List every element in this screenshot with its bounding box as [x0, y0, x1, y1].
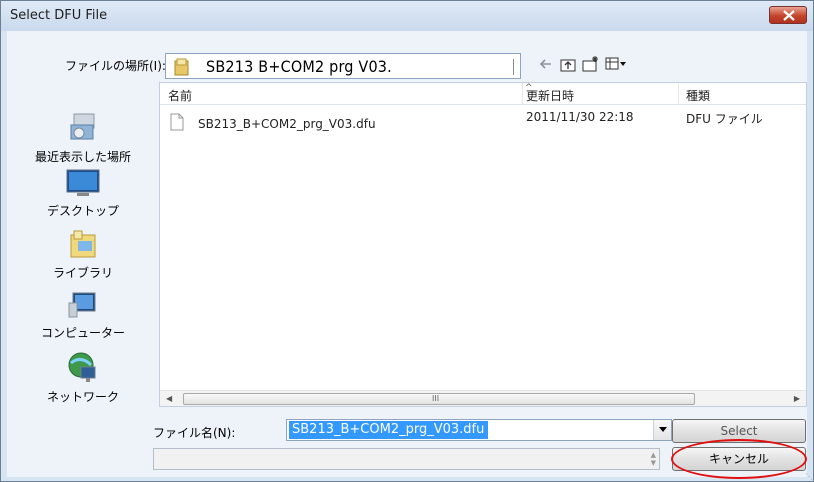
scroll-right-arrow-icon[interactable]: ▶	[794, 394, 800, 403]
window-title: Select DFU File	[10, 8, 108, 23]
file-type-filter[interactable]: ▲ ▼	[153, 448, 660, 470]
dialog-window: Select DFU File ファイルの場所(I): SB213 B+COM2…	[0, 0, 814, 482]
up-folder-icon[interactable]	[559, 55, 579, 73]
place-label-computer: コンピューター	[40, 326, 125, 340]
computer-icon	[68, 292, 96, 318]
chevron-down-icon	[659, 427, 667, 432]
file-list[interactable]: 名前 ^ 更新日時 種類 SB213_B+COM2_prg_V03.dfu 20…	[159, 82, 807, 407]
place-libraries[interactable]: ライブラリ	[7, 229, 159, 281]
place-label-network: ネットワーク	[46, 390, 119, 404]
desktop-icon	[66, 169, 100, 196]
libraries-icon	[70, 230, 96, 258]
look-in-label: ファイルの場所(I):	[65, 59, 166, 73]
horizontal-scrollbar[interactable]: ◀ III ▶	[160, 390, 806, 406]
place-label-libraries: ライブラリ	[52, 266, 113, 280]
file-modified-cell: 2011/11/30 22:18	[526, 110, 634, 124]
place-label-desktop: デスクトップ	[46, 204, 119, 218]
file-row[interactable]: SB213_B+COM2_prg_V03.dfu 2011/11/30 22:1…	[160, 110, 806, 137]
column-header-type[interactable]: 種類	[686, 87, 710, 104]
file-name-combobox[interactable]: SB213_B+COM2_prg_V03.dfu	[286, 419, 672, 441]
close-icon	[783, 10, 795, 21]
network-icon	[68, 352, 96, 382]
place-desktop[interactable]: デスクトップ	[7, 169, 159, 219]
file-type-cell: DFU ファイル	[686, 112, 763, 126]
title-bar[interactable]: Select DFU File	[1, 1, 813, 31]
look-in-scroll-indicator	[511, 59, 514, 75]
place-label-recent: 最近表示した場所	[34, 150, 131, 164]
place-computer[interactable]: コンピューター	[7, 291, 159, 341]
file-icon	[170, 113, 184, 134]
file-name-dropdown-button[interactable]	[653, 420, 671, 440]
new-folder-icon[interactable]	[581, 55, 601, 73]
column-separator[interactable]	[522, 83, 523, 105]
resize-grip-icon[interactable]: ⋱	[805, 472, 813, 481]
file-list-header: 名前 ^ 更新日時 種類	[160, 83, 806, 105]
recent-places-icon	[70, 113, 95, 140]
place-recent[interactable]: 最近表示した場所	[7, 111, 159, 165]
file-name-label: ファイル名(N):	[153, 426, 236, 440]
place-network[interactable]: ネットワーク	[7, 351, 159, 405]
file-name-input[interactable]: SB213_B+COM2_prg_V03.dfu	[289, 421, 489, 439]
file-name-cell: SB213_B+COM2_prg_V03.dfu	[198, 117, 376, 131]
column-header-name[interactable]: 名前	[168, 87, 192, 104]
column-separator[interactable]	[678, 83, 679, 105]
folder-icon	[174, 58, 190, 79]
look-in-value: SB213 B+COM2 prg V03.	[206, 57, 392, 76]
back-arrow-icon[interactable]	[537, 55, 557, 73]
dialog-client-area: ファイルの場所(I): SB213 B+COM2 prg V03. 最近表示した…	[7, 31, 807, 479]
scrollbar-grip: III	[432, 394, 440, 403]
view-menu-icon[interactable]	[604, 55, 628, 73]
scroll-left-arrow-icon[interactable]: ◀	[166, 394, 172, 403]
look-in-combobox[interactable]: SB213 B+COM2 prg V03.	[165, 53, 521, 79]
spin-arrows-icon: ▲ ▼	[650, 451, 656, 467]
close-button[interactable]	[769, 6, 807, 24]
scrollbar-thumb[interactable]: III	[183, 393, 695, 405]
annotation-ellipse	[671, 439, 807, 479]
column-header-modified[interactable]: 更新日時	[526, 87, 574, 104]
